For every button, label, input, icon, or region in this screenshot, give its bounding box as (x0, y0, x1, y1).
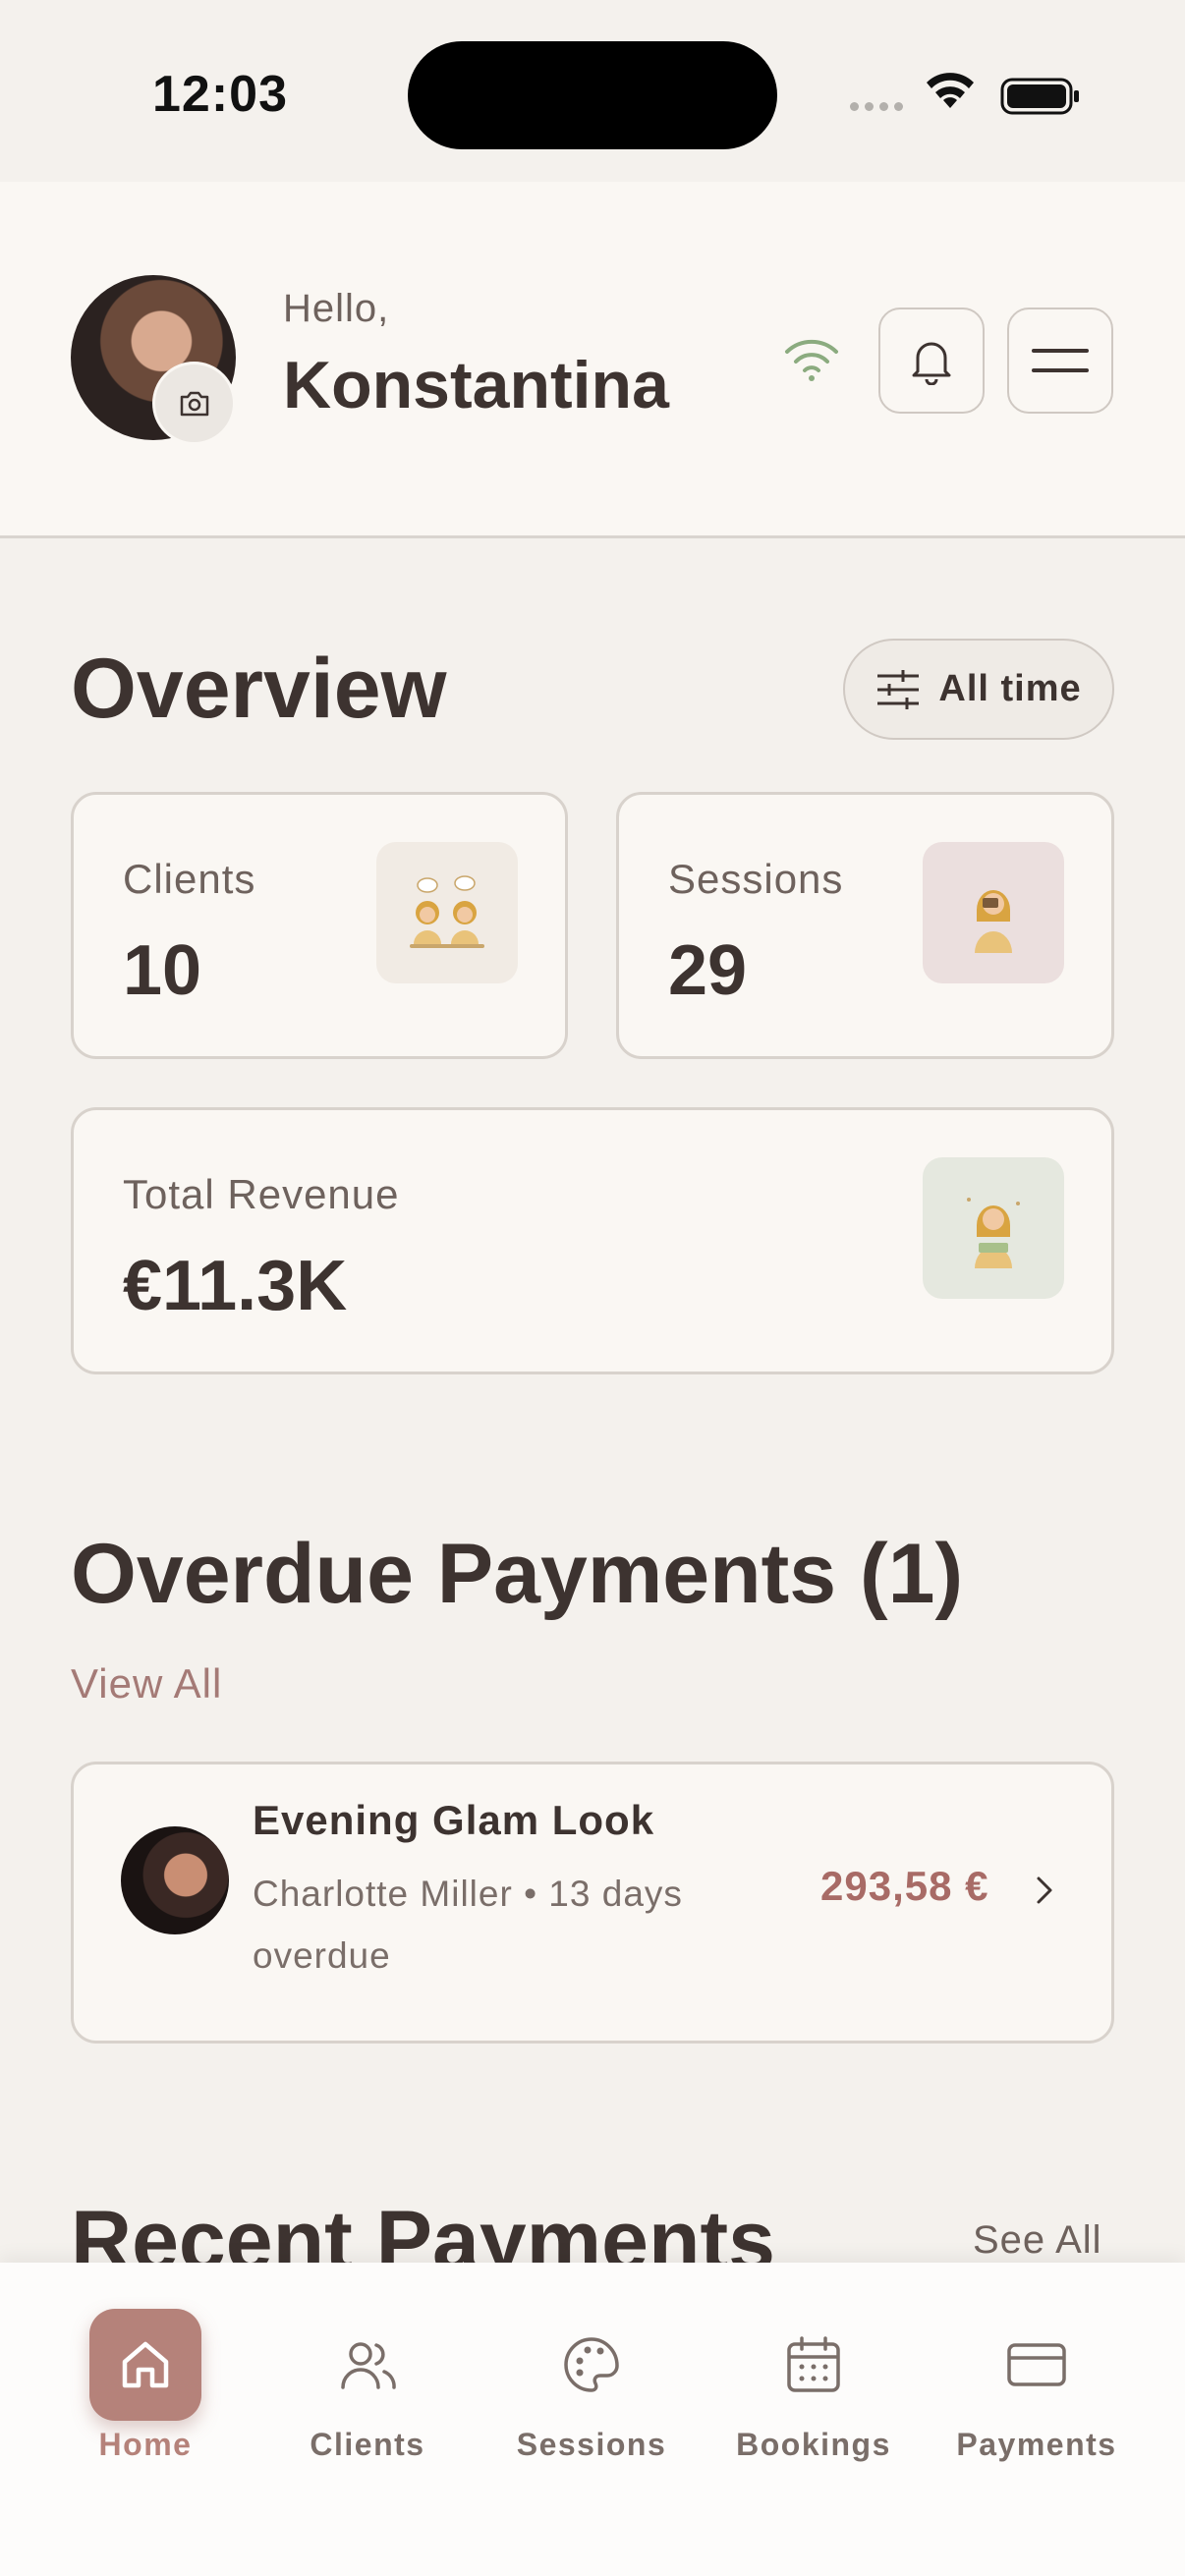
user-name: Konstantina (283, 348, 669, 422)
payment-client-overdue: Charlotte Miller • 13 days overdue (253, 1874, 683, 1976)
photographer-icon (975, 890, 1012, 953)
status-time: 12:03 (152, 66, 288, 123)
revenue-label: Total Revenue (123, 1171, 400, 1217)
camera-icon (180, 391, 208, 416)
sliders-icon (877, 669, 920, 709)
status-bar: 12:03 (0, 0, 1185, 182)
money-woman-icon (967, 1198, 1020, 1268)
home-icon (122, 2341, 169, 2388)
sessions-stat-card[interactable]: Sessions 29 (616, 792, 1114, 1059)
tab-bookings-label: Bookings (736, 2427, 891, 2462)
bell-icon (912, 342, 951, 385)
greeting: Hello, (283, 287, 390, 330)
signal-icon (850, 102, 903, 111)
overview-title: Overview (71, 642, 447, 736)
payment-service-title: Evening Glam Look (253, 1797, 655, 1843)
tab-clients-label: Clients (310, 2427, 425, 2462)
app-header: Hello, Konstantina (0, 182, 1185, 538)
notifications-button[interactable] (878, 308, 985, 414)
tab-home-label: Home (98, 2427, 193, 2462)
clients-illustration (376, 842, 518, 983)
revenue-illustration (923, 1157, 1064, 1299)
menu-icon (1032, 349, 1089, 372)
dynamic-island (408, 41, 777, 149)
calendar-icon (787, 2336, 840, 2392)
connection-status-icon (785, 339, 838, 381)
sessions-illustration (923, 842, 1064, 983)
clients-stat-card[interactable]: Clients 10 (71, 792, 568, 1059)
chevron-right-icon (1037, 1876, 1052, 1904)
tab-clients[interactable]: Clients (269, 2307, 466, 2463)
see-all-recent-link[interactable]: See All (973, 2218, 1102, 2263)
tab-payments[interactable]: Payments (938, 2307, 1135, 2463)
wifi-icon (927, 73, 974, 108)
credit-card-icon (1007, 2343, 1066, 2386)
overdue-payment-item[interactable]: Evening Glam Look Charlotte Miller • 13 … (71, 1762, 1114, 2044)
tab-bookings[interactable]: Bookings (715, 2307, 912, 2463)
filter-label: All time (938, 668, 1082, 709)
payment-amount: 293,58 € (820, 1863, 989, 1909)
battery-icon (1000, 78, 1079, 115)
bottom-tab-bar: Home Clients Sessions Bookings Payments (0, 2263, 1185, 2576)
overdue-payments-title: Overdue Payments (1) (71, 1527, 964, 1621)
time-filter-button[interactable]: All time (843, 639, 1114, 740)
revenue-value: €11.3K (123, 1247, 348, 1325)
palette-icon (564, 2337, 619, 2392)
change-photo-button[interactable] (152, 362, 236, 445)
tab-payments-label: Payments (956, 2427, 1117, 2462)
chatting-women-icon (410, 875, 484, 948)
revenue-stat-card[interactable]: Total Revenue €11.3K (71, 1107, 1114, 1374)
tab-sessions[interactable]: Sessions (493, 2307, 690, 2463)
menu-button[interactable] (1007, 308, 1113, 414)
users-icon (341, 2342, 396, 2389)
tab-home[interactable]: Home (47, 2307, 244, 2463)
tab-sessions-label: Sessions (516, 2427, 667, 2462)
client-avatar (121, 1826, 229, 1934)
sessions-label: Sessions (668, 856, 844, 902)
sessions-value: 29 (668, 931, 748, 1010)
clients-label: Clients (123, 856, 256, 902)
clients-value: 10 (123, 931, 202, 1010)
view-all-overdue-link[interactable]: View All (71, 1660, 222, 1708)
